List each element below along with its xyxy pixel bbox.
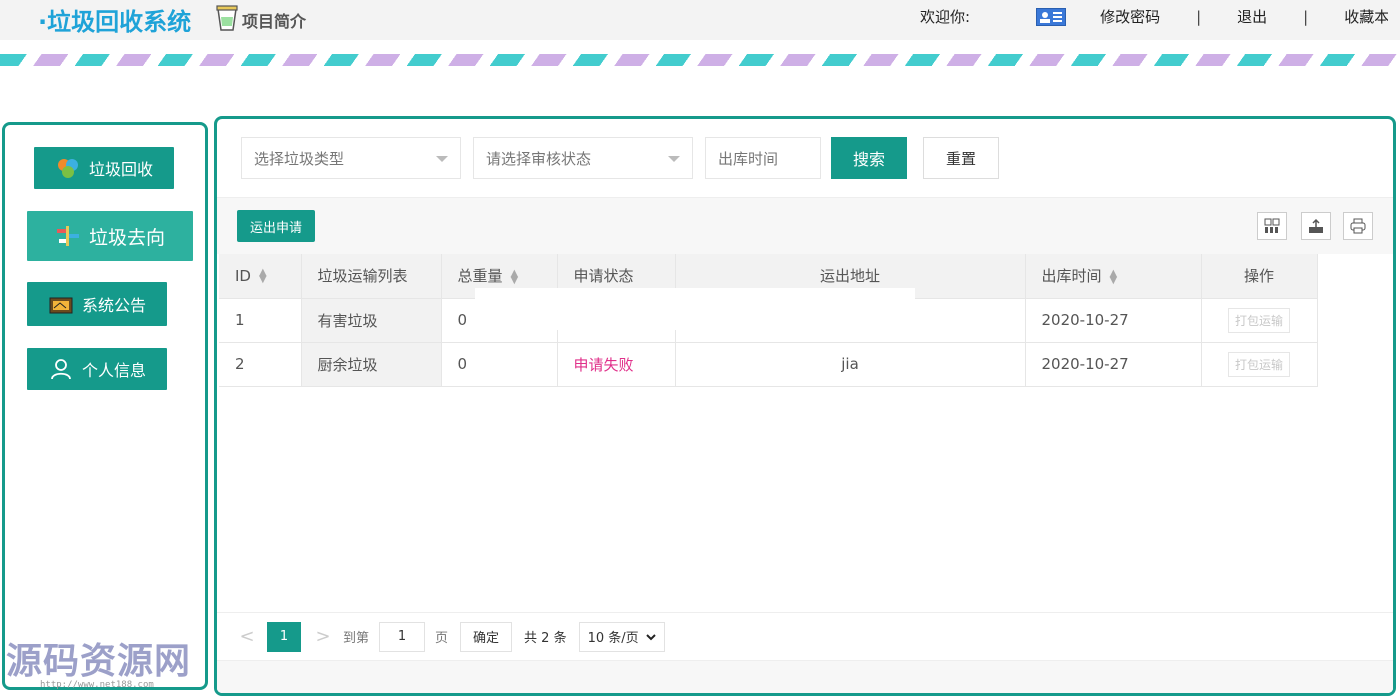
goto-label: 到第: [343, 631, 370, 646]
id-card-icon[interactable]: [1036, 7, 1067, 26]
cell-status: 申请失败: [557, 342, 676, 387]
cup-icon: [216, 5, 238, 31]
page-size-select[interactable]: 10 条/页: [578, 621, 665, 652]
reset-button[interactable]: 重置: [923, 137, 999, 179]
cell-id: 1: [219, 298, 302, 343]
recycle-icon: [57, 159, 78, 178]
direction-icon: [56, 226, 79, 246]
sidebar-item-profile[interactable]: 个人信息: [27, 348, 167, 390]
notice-icon: [49, 297, 73, 314]
outbound-time-placeholder: 出库时间: [718, 149, 779, 168]
nav-divider: |: [1303, 7, 1309, 26]
sidebar-item-recycle[interactable]: 垃圾回收: [34, 147, 174, 189]
project-intro-link[interactable]: 项目简介: [216, 4, 306, 32]
chevron-down-icon: [436, 156, 448, 162]
sidebar: 垃圾回收 垃圾去向 系统公告 个人信息: [2, 122, 208, 690]
project-intro-label: 项目简介: [242, 12, 307, 31]
column-header-id[interactable]: ID ▲ ▼: [219, 254, 302, 299]
export-icon[interactable]: [1301, 212, 1331, 240]
nav-divider: |: [1196, 7, 1202, 26]
cell-name: 厨余垃圾: [301, 342, 442, 387]
sort-icon: ▲ ▼: [510, 267, 519, 286]
welcome-text: 欢迎你:: [920, 8, 971, 26]
sidebar-item-label: 垃圾回收: [88, 160, 153, 179]
table-row: 2 厨余垃圾 0 申请失败 jia 2020-10-27 打包运输: [219, 342, 1318, 387]
cell-id: 2: [219, 342, 302, 387]
cell-weight: 0: [441, 342, 558, 387]
sort-icon: ▲ ▼: [258, 267, 267, 286]
column-header-time[interactable]: 出库时间 ▲ ▼: [1025, 254, 1202, 299]
review-status-placeholder: 请选择审核状态: [486, 149, 592, 168]
goto-confirm-button[interactable]: 确定: [460, 621, 513, 652]
favorite-link[interactable]: 收藏本: [1344, 6, 1388, 27]
table-toolbar: 运出申请: [217, 198, 1393, 254]
logout-link[interactable]: 退出: [1237, 6, 1267, 27]
pagination: < 1 > 到第 1 页 确定 共 2 条 10 条/页: [217, 612, 1393, 660]
next-page-icon[interactable]: >: [313, 626, 333, 647]
cell-address: jia: [675, 342, 1026, 387]
sidebar-item-label: 个人信息: [81, 361, 146, 380]
pack-transport-button[interactable]: 打包运输: [1227, 351, 1290, 377]
chevron-down-icon: [668, 156, 680, 162]
apply-transport-button[interactable]: 运出申请: [237, 210, 315, 242]
search-button[interactable]: 搜索: [831, 137, 907, 179]
main-panel: 选择垃圾类型 请选择审核状态 出库时间 搜索 重置 运出申请 ID ▲ ▼ 垃圾…: [214, 116, 1396, 696]
current-page[interactable]: 1: [267, 621, 301, 652]
total-count: 共 2 条: [524, 631, 567, 646]
sidebar-item-notice[interactable]: 系统公告: [27, 282, 167, 326]
garbage-type-select[interactable]: 选择垃圾类型: [241, 137, 461, 179]
column-header-action: 操作: [1201, 254, 1318, 299]
cell-name: 有害垃圾: [301, 298, 442, 343]
review-status-select[interactable]: 请选择审核状态: [473, 137, 693, 179]
columns-icon[interactable]: [1257, 212, 1287, 240]
watermark-url: http://www.net188.com: [40, 680, 154, 690]
decorative-stripe: [0, 54, 1400, 66]
sidebar-item-label: 系统公告: [81, 296, 146, 315]
column-header-name: 垃圾运输列表: [301, 254, 442, 299]
sort-icon: ▲ ▼: [1109, 267, 1118, 286]
user-icon: [51, 359, 71, 380]
watermark-text: 源码资源网: [6, 641, 192, 682]
redaction-mask: [475, 288, 915, 330]
page-size-value: 10 条/页: [587, 631, 639, 646]
print-icon[interactable]: [1343, 212, 1373, 240]
sidebar-item-direction[interactable]: 垃圾去向: [27, 211, 193, 261]
pack-transport-button[interactable]: 打包运输: [1227, 307, 1290, 333]
app-logo[interactable]: ·垃圾回收系统: [38, 2, 191, 37]
table-footer: [217, 660, 1393, 693]
outbound-time-input[interactable]: 出库时间: [705, 137, 821, 179]
top-header: ·垃圾回收系统 项目简介 欢迎你: 修改密码 | 退出 | 收藏本: [0, 0, 1400, 40]
chevron-down-icon: [645, 633, 656, 640]
prev-page-icon[interactable]: <: [237, 626, 257, 647]
cell-time: 2020-10-27: [1025, 298, 1202, 343]
change-password-link[interactable]: 修改密码: [1100, 6, 1160, 27]
data-table-area: 运出申请 ID ▲ ▼ 垃圾运输列表 总重量 ▲ ▼ 申请状态 运出地址 出库时间 ▲ ▼: [217, 197, 1393, 693]
page-label: 页: [435, 631, 449, 646]
garbage-type-placeholder: 选择垃圾类型: [254, 149, 345, 168]
sidebar-item-label: 垃圾去向: [88, 226, 165, 249]
cell-action: 打包运输: [1201, 342, 1318, 387]
search-bar: 选择垃圾类型 请选择审核状态 出库时间 搜索 重置: [217, 119, 1393, 197]
goto-page-input[interactable]: 1: [379, 621, 426, 652]
cell-time: 2020-10-27: [1025, 342, 1202, 387]
cell-action: 打包运输: [1201, 298, 1318, 343]
top-nav: 欢迎你: 修改密码 | 退出 | 收藏本: [920, 6, 1388, 27]
